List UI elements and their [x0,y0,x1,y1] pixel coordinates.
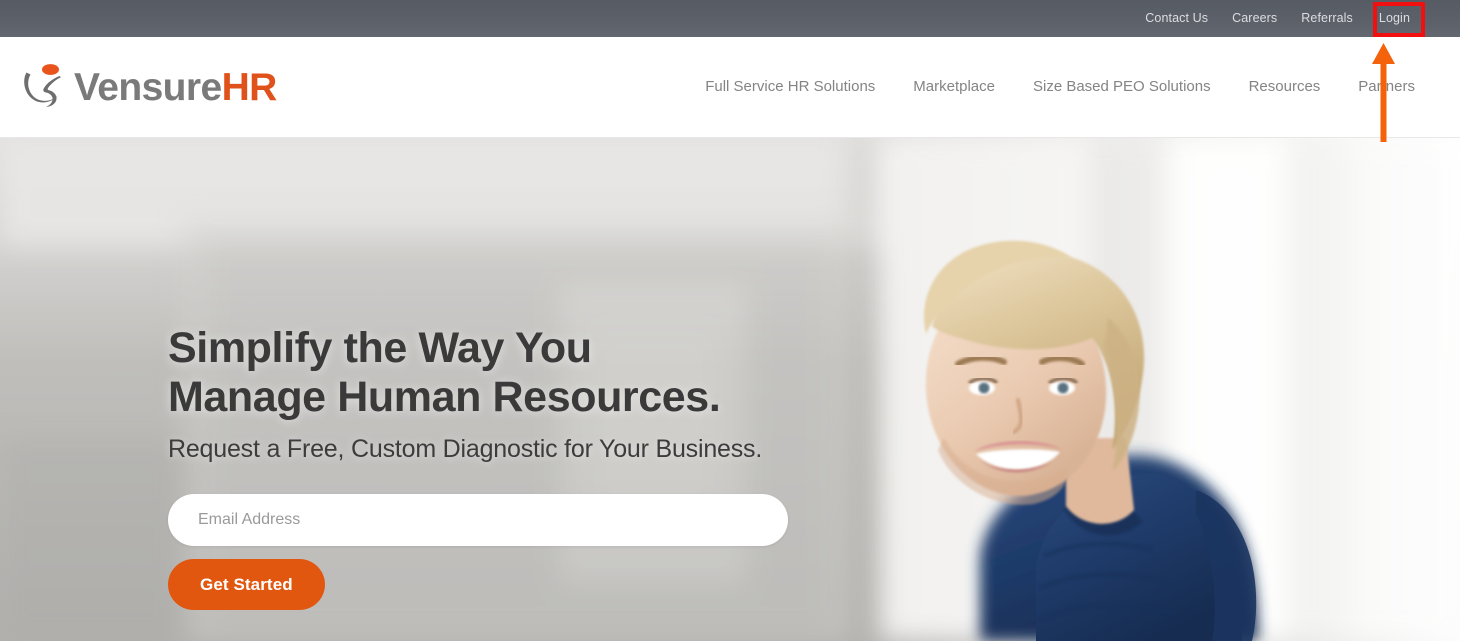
hero-subheading: Request a Free, Custom Diagnostic for Yo… [168,435,763,463]
running-figure-logo-icon [24,64,61,107]
site-header: VensureHR Full Service HR Solutions Mark… [0,37,1460,138]
top-link-careers[interactable]: Careers [1220,0,1289,37]
top-link-referrals[interactable]: Referrals [1289,0,1365,37]
hero-heading-line-1: Simplify the Way You [168,324,592,372]
main-navigation: Full Service HR Solutions Marketplace Si… [686,37,1434,137]
top-utility-bar: Contact Us Careers Referrals Login [0,0,1460,37]
nav-item-partners[interactable]: Partners [1339,37,1434,137]
nav-item-full-service-hr-solutions[interactable]: Full Service HR Solutions [686,37,894,137]
hero-heading: Simplify the Way You Manage Human Resour… [168,324,888,422]
email-input[interactable] [168,494,788,546]
hero-heading-line-2: Manage Human Resources. [168,373,721,421]
hero-section: Simplify the Way You Manage Human Resour… [0,138,1460,641]
logo-word-vensure: Vensure [74,65,222,109]
top-link-contact-us[interactable]: Contact Us [1133,0,1220,37]
top-link-login[interactable]: Login [1365,0,1424,37]
logo-word-hr: HR [221,65,278,109]
hero-content: Simplify the Way You Manage Human Resour… [168,324,888,610]
vensurehr-logo[interactable]: VensureHR [20,59,277,115]
nav-item-marketplace[interactable]: Marketplace [894,37,1014,137]
get-started-button[interactable]: Get Started [168,559,325,610]
nav-item-resources[interactable]: Resources [1230,37,1340,137]
top-utility-links: Contact Us Careers Referrals Login [1133,0,1424,37]
nav-item-size-based-peo-solutions[interactable]: Size Based PEO Solutions [1014,37,1230,137]
logo-wordmark: VensureHR [74,68,277,107]
